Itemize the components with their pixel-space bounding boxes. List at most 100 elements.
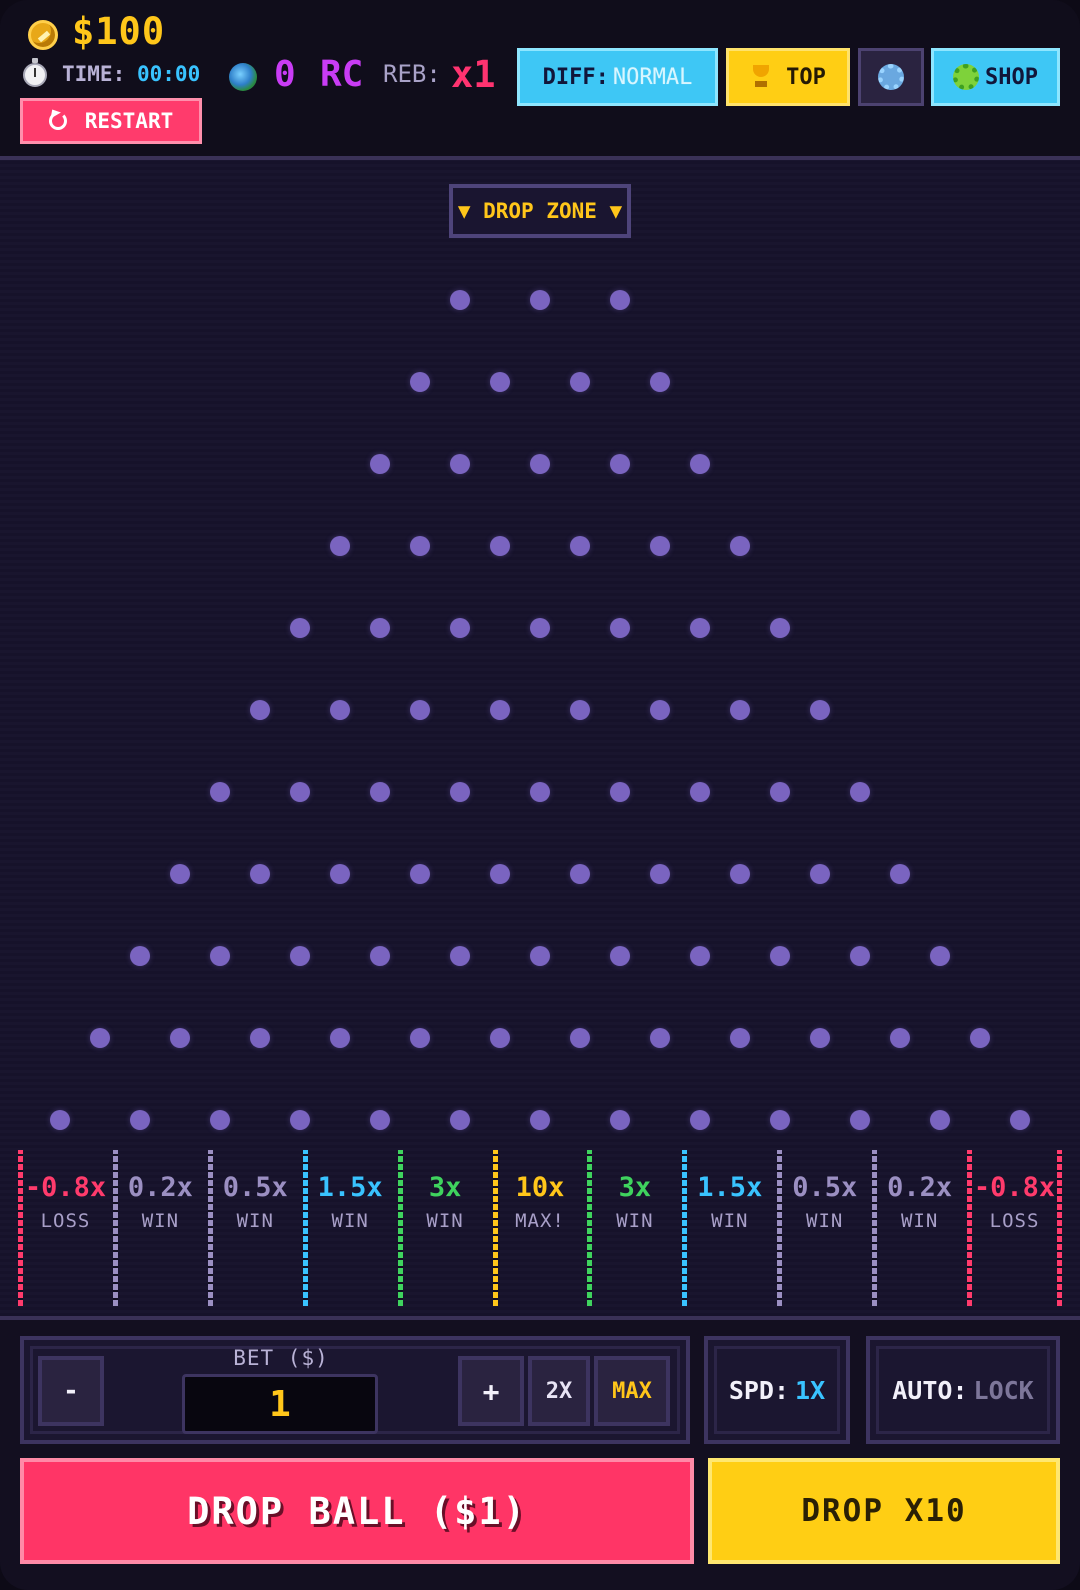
difficulty-button[interactable]: DIFF: NORMAL: [517, 48, 718, 106]
peg: [410, 536, 430, 556]
rc-count: 0: [274, 54, 296, 95]
bucket: 0.5x WIN: [207, 1150, 303, 1306]
peg: [210, 1110, 230, 1130]
bucket: 0.5x WIN: [777, 1150, 872, 1306]
settings-button[interactable]: [858, 48, 924, 106]
peg: [770, 618, 790, 638]
peg: [810, 700, 830, 720]
peg: [330, 864, 350, 884]
peg: [610, 946, 630, 966]
bucket: 3x WIN: [587, 1150, 682, 1306]
peg: [490, 1028, 510, 1048]
bucket: 10x MAX!: [492, 1150, 588, 1306]
max-bet-button[interactable]: MAX: [594, 1356, 670, 1426]
peg: [410, 1028, 430, 1048]
time-value: 00:00: [137, 62, 201, 86]
bucket: 1.5x WIN: [682, 1150, 777, 1306]
bucket-label: WIN: [236, 1210, 274, 1232]
restart-icon: [48, 112, 67, 130]
peg: [490, 864, 510, 884]
plinko-board: ▼ DROP ZONE ▼ -0.8x LOSS 0.2x WIN 0.5x WIN 1.5…: [0, 160, 1080, 1316]
leaderboard-button[interactable]: TOP: [726, 48, 850, 106]
rebirth-label: REB:: [383, 60, 441, 88]
bucket-label: WIN: [426, 1210, 464, 1232]
speed-button[interactable]: SPD: 1X: [704, 1336, 850, 1444]
peg: [930, 946, 950, 966]
auto-value: LOCK: [973, 1375, 1034, 1405]
peg: [250, 1028, 270, 1048]
double-bet-button[interactable]: 2X: [528, 1356, 590, 1426]
peg: [170, 864, 190, 884]
prize-buckets: -0.8x LOSS 0.2x WIN 0.5x WIN 1.5x WIN 3x WIN 10x MA…: [18, 1150, 1062, 1306]
peg: [890, 1028, 910, 1048]
peg: [530, 454, 550, 474]
peg: [290, 946, 310, 966]
drop-ball-button[interactable]: DROP BALL ($1): [20, 1458, 694, 1564]
bucket-multiplier: 0.2x: [887, 1172, 953, 1203]
peg: [50, 1110, 70, 1130]
peg: [850, 1110, 870, 1130]
restart-button[interactable]: RESTART: [20, 98, 202, 144]
peg: [570, 536, 590, 556]
increase-bet-button[interactable]: +: [458, 1356, 524, 1426]
speed-value: 1X: [795, 1375, 826, 1405]
rc-label: RC: [320, 54, 364, 95]
bucket: -0.8x LOSS: [967, 1150, 1062, 1306]
bucket-multiplier: 1.5x: [697, 1172, 763, 1203]
peg: [130, 946, 150, 966]
peg-field: [0, 160, 1080, 1316]
bet-panel: - BET ($) + 2X MAX: [20, 1336, 690, 1444]
control-panel: - BET ($) + 2X MAX SPD: 1X AUTO: LOCK DR…: [0, 1320, 1080, 1590]
peg: [730, 536, 750, 556]
peg: [570, 372, 590, 392]
money-balance: $100: [72, 10, 166, 53]
peg: [690, 618, 710, 638]
peg: [450, 290, 470, 310]
peg: [330, 536, 350, 556]
drop-x10-button[interactable]: DROP X10: [708, 1458, 1060, 1564]
peg: [850, 946, 870, 966]
peg: [810, 864, 830, 884]
peg: [530, 946, 550, 966]
peg: [530, 290, 550, 310]
bucket: -0.8x LOSS: [18, 1150, 113, 1306]
peg: [450, 782, 470, 802]
bucket: 1.5x WIN: [302, 1150, 398, 1306]
time-label: TIME:: [62, 62, 126, 86]
peg: [370, 1110, 390, 1130]
peg: [770, 1110, 790, 1130]
peg: [450, 1110, 470, 1130]
bucket-label: WIN: [900, 1210, 939, 1232]
peg: [810, 1028, 830, 1048]
peg: [530, 782, 550, 802]
peg: [450, 618, 470, 638]
peg: [610, 782, 630, 802]
peg: [690, 946, 710, 966]
peg: [1010, 1110, 1030, 1130]
bucket-label: MAX!: [515, 1210, 565, 1232]
peg: [610, 618, 630, 638]
peg: [490, 536, 510, 556]
game-window: $100 TIME: 00:00 0 RC REB: x1 DIFF: NORM…: [0, 0, 1080, 1590]
decrease-bet-button[interactable]: -: [38, 1356, 104, 1426]
auto-drop-button[interactable]: AUTO: LOCK: [866, 1336, 1060, 1444]
peg: [890, 864, 910, 884]
difficulty-value: NORMAL: [612, 64, 693, 90]
restart-label: RESTART: [84, 109, 174, 133]
peg: [290, 1110, 310, 1130]
gear-icon: [878, 64, 904, 90]
peg: [410, 700, 430, 720]
trophy-icon: [750, 65, 772, 89]
peg: [210, 946, 230, 966]
bucket-label: WIN: [616, 1210, 654, 1232]
shop-button[interactable]: SHOP: [931, 48, 1060, 106]
bucket-label: WIN: [711, 1210, 749, 1232]
bucket-label: WIN: [331, 1210, 369, 1232]
bucket-multiplier: 3x: [618, 1172, 652, 1203]
bucket-multiplier: 3x: [428, 1172, 462, 1203]
peg: [410, 372, 430, 392]
bucket-multiplier: 0.2x: [127, 1172, 193, 1203]
globe-icon: [229, 63, 257, 91]
peg: [650, 372, 670, 392]
bet-input[interactable]: [182, 1374, 378, 1434]
